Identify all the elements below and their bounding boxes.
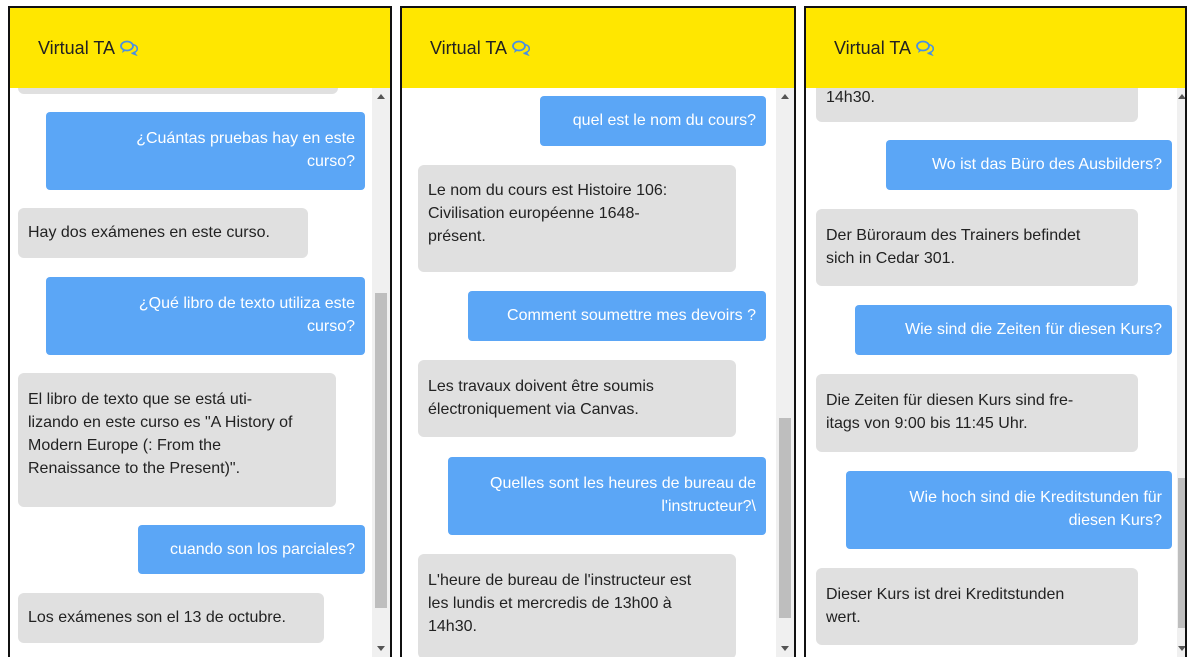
app-title: Virtual TA [430,37,508,58]
app-title: Virtual TA [38,37,116,58]
bot-message: Los exámenes son el 13 de octubre. [18,593,324,643]
scroll-down-arrow-icon[interactable] [781,646,789,651]
chat-panel-french: Virtual TA quel est le nom du cours? Le … [400,6,796,657]
chat-header: Virtual TA [806,8,1185,88]
scroll-up-arrow-icon[interactable] [377,94,385,99]
bot-message: 14h30. [816,88,1138,122]
bot-message: Der Büroraum des Trainers befindet sich … [816,209,1138,286]
user-message: ¿Qué libro de texto utiliza este curso? [46,277,365,355]
chat-bubbles-icon [120,40,139,56]
message-list: ¿Cuántas pruebas hay en este curso? Hay … [10,88,372,657]
bot-message: Les travaux doivent être soumis électron… [418,360,736,437]
user-message: Wie sind die Zeiten für diesen Kurs? [855,305,1172,355]
header-title: Virtual TA [430,37,531,59]
user-message: Comment soumettre mes devoirs ? [468,291,766,341]
bot-message [18,88,338,94]
scrollbar[interactable] [776,88,794,657]
user-message: cuando son los parciales? [138,525,365,574]
message-list: quel est le nom du cours? Le nom du cour… [402,88,776,657]
chat-body: 14h30. Wo ist das Büro des Ausbilders? D… [806,88,1185,657]
chat-header: Virtual TA [10,8,390,88]
scroll-thumb[interactable] [1178,478,1185,628]
user-message: quel est le nom du cours? [540,96,766,146]
chat-header: Virtual TA [402,8,794,88]
app-title: Virtual TA [834,37,912,58]
chat-bubbles-icon [916,40,935,56]
message-list: 14h30. Wo ist das Büro des Ausbilders? D… [806,88,1175,657]
bot-message: Le nom du cours est Histoire 106: Civili… [418,165,736,272]
bot-message: Dieser Kurs ist drei Kreditstunden wert. [816,568,1138,645]
bot-message: Hay dos exámenes en este curso. [18,208,308,258]
scroll-up-arrow-icon[interactable] [1178,94,1185,99]
user-message: Wo ist das Büro des Ausbilders? [886,140,1172,190]
user-message: ¿Cuántas pruebas hay en este curso? [46,112,365,190]
chat-body: ¿Cuántas pruebas hay en este curso? Hay … [10,88,390,657]
scrollbar[interactable] [372,88,390,657]
bot-message: L'heure de bureau de l'instructeur est l… [418,554,736,657]
user-message: Quelles sont les heures de bureau de l'i… [448,457,766,535]
chat-panel-spanish: Virtual TA ¿Cuántas pruebas hay en este … [8,6,392,657]
scroll-thumb[interactable] [779,418,791,618]
header-title: Virtual TA [38,37,139,59]
scroll-up-arrow-icon[interactable] [781,94,789,99]
header-title: Virtual TA [834,37,935,59]
bot-message: Die Zeiten für diesen Kurs sind fre- ita… [816,374,1138,452]
scroll-down-arrow-icon[interactable] [377,646,385,651]
scrollbar[interactable] [1177,88,1185,657]
scroll-thumb[interactable] [375,293,387,608]
scroll-down-arrow-icon[interactable] [1178,646,1185,651]
chat-panel-german: Virtual TA 14h30. Wo ist das Büro des Au… [804,6,1187,657]
bot-message: El libro de texto que se está uti- lizan… [18,373,336,507]
chat-body: quel est le nom du cours? Le nom du cour… [402,88,794,657]
chat-bubbles-icon [512,40,531,56]
user-message: Wie hoch sind die Kreditstunden für dies… [846,471,1172,549]
